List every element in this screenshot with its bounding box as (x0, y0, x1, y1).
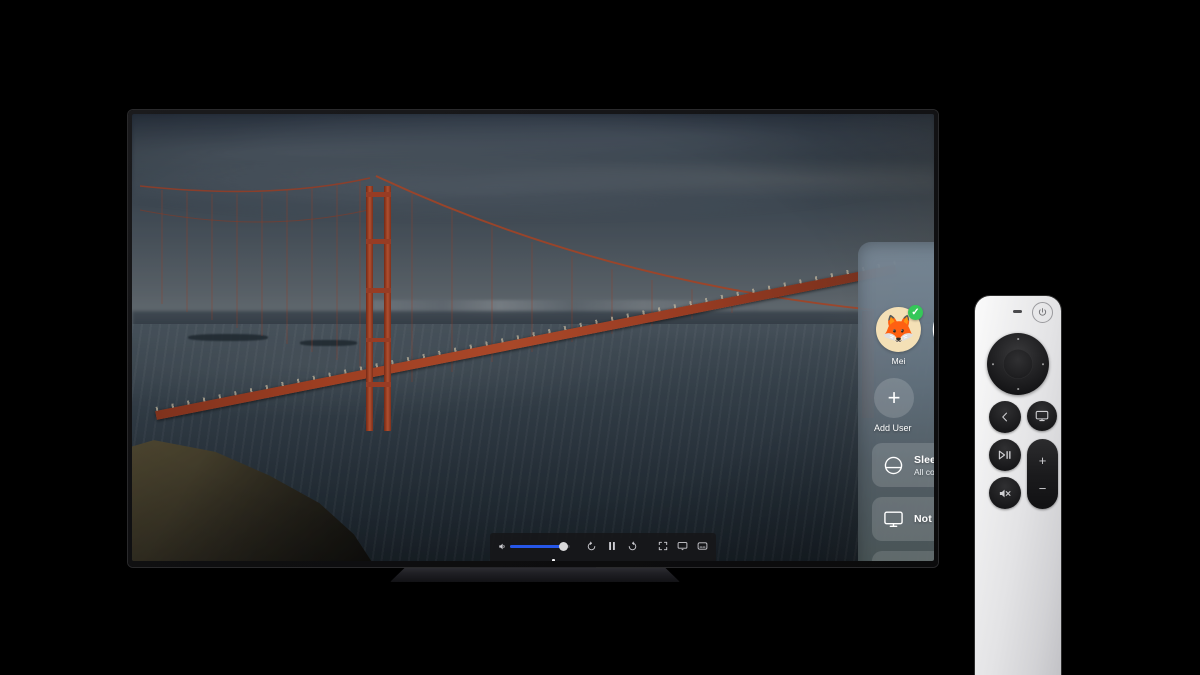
volume-slider[interactable] (510, 541, 570, 551)
clickpad-dot-left[interactable] (992, 363, 994, 365)
tv-display-icon (883, 510, 904, 528)
transport-controls (582, 540, 642, 552)
volume-down-button[interactable]: − (1039, 482, 1047, 495)
screenshot-stage: 01.28 14.36 9:41 Monday, June 6 (0, 0, 1200, 675)
mute-button[interactable] (989, 477, 1021, 509)
clickpad-center[interactable] (1003, 349, 1033, 379)
mute-icon (999, 489, 1011, 497)
tv-button[interactable] (1027, 401, 1057, 431)
fullscreen-icon[interactable] (658, 541, 668, 551)
clock-time: 9:41 (872, 254, 934, 281)
back-button[interactable] (989, 401, 1021, 433)
skip-back-10-icon[interactable] (586, 541, 597, 552)
sleep-title: Sleep (914, 453, 934, 466)
add-user-button[interactable]: + (874, 378, 914, 418)
clickpad-dot-up[interactable] (1017, 338, 1019, 340)
now-playing-title: Not Playing (914, 513, 934, 525)
sleep-text: Sleep All connected devices (914, 454, 934, 477)
pause-icon[interactable] (606, 540, 618, 552)
clock-block: 9:41 Monday, June 6 (872, 254, 934, 294)
sleep-icon (883, 455, 904, 476)
tv-display-icon (1035, 410, 1049, 422)
user-profile-mei[interactable]: 🦊 ✓ Mei (874, 305, 923, 366)
now-playing-text: Not Playing (914, 513, 934, 525)
video-player-controls[interactable]: 01.28 14.36 (490, 533, 716, 561)
television: 01.28 14.36 9:41 Monday, June 6 (128, 110, 938, 567)
scrubber-row[interactable]: 01.28 14.36 (498, 558, 708, 561)
control-center-content: 9:41 Monday, June 6 🦊 ✓ Mei (858, 242, 934, 561)
bottom-row: Entertain- ment Room (872, 551, 934, 561)
subtitles-icon[interactable] (697, 541, 708, 551)
sleep-card[interactable]: Sleep All connected devices (872, 443, 934, 487)
player-buttons-row (498, 537, 708, 556)
scrubber-handle[interactable] (552, 559, 555, 561)
now-playing-card[interactable]: Not Playing (872, 497, 934, 541)
play-pause-icon (998, 450, 1011, 460)
chevron-left-icon (1002, 412, 1008, 422)
volume-knob[interactable] (559, 541, 569, 551)
user-name: Mei (891, 356, 906, 366)
siri-remote: + − (975, 296, 1061, 675)
user-profiles-row: 🦊 ✓ Mei 🐰 + Anne (872, 305, 934, 366)
photo-vignette (132, 114, 934, 561)
player-right-icons (642, 541, 708, 551)
status-badge-check: ✓ (908, 305, 923, 320)
clock-date: Monday, June 6 (872, 284, 934, 294)
clickpad-dot-down[interactable] (1017, 388, 1019, 390)
skip-forward-10-icon[interactable] (627, 541, 638, 552)
remote-ir-window (1013, 310, 1022, 313)
add-user-label: Add User (874, 423, 912, 433)
user-profile-anne[interactable]: 🐰 + Anne (933, 307, 934, 366)
airplay-display-icon[interactable] (677, 541, 688, 551)
touch-clickpad[interactable] (987, 333, 1049, 395)
volume-up-button[interactable]: + (1039, 454, 1047, 467)
add-user-block[interactable]: + Add User (872, 378, 934, 433)
avatar-wrap: 🦊 ✓ (876, 305, 923, 352)
tv-screen: 01.28 14.36 9:41 Monday, June 6 (132, 114, 934, 561)
play-pause-button[interactable] (989, 439, 1021, 471)
clickpad-dot-right[interactable] (1042, 363, 1044, 365)
entertainment-room-card[interactable]: Entertain- ment Room (872, 551, 934, 561)
sleep-subtitle: All connected devices (914, 466, 934, 477)
power-button[interactable] (1032, 302, 1053, 323)
control-center-panel: 9:41 Monday, June 6 🦊 ✓ Mei (858, 242, 934, 561)
volume-control[interactable] (498, 541, 582, 551)
power-icon (1038, 308, 1047, 316)
volume-rocker[interactable]: + − (1027, 439, 1058, 509)
tv-stand-base (390, 568, 680, 582)
screensaver-wallpaper (132, 114, 934, 561)
volume-fill (510, 544, 562, 548)
speaker-icon (499, 543, 505, 549)
